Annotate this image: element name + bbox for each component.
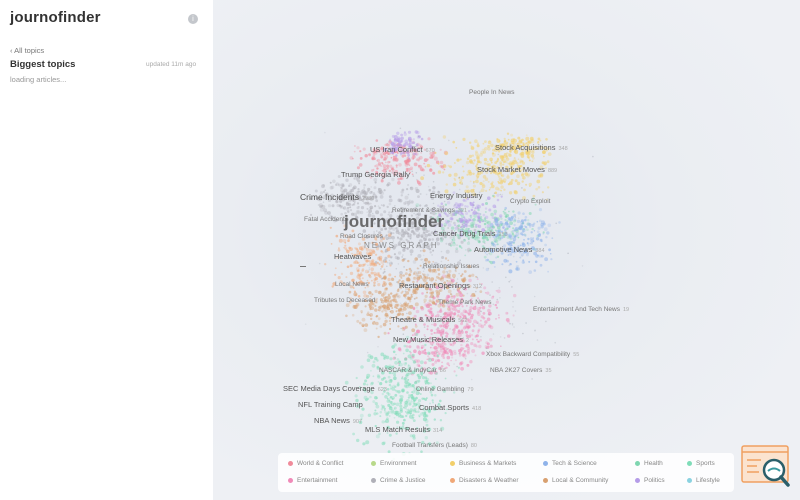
loading-status: loading articles...	[10, 75, 67, 84]
topic-label[interactable]: NFL Training Camp	[298, 400, 363, 409]
legend-item[interactable]: Tech & Science	[543, 460, 597, 467]
topic-label[interactable]: New Music Releases 2	[393, 335, 469, 344]
topic-label[interactable]: Theatre & Musicals 562	[391, 315, 467, 324]
topic-label[interactable]: Automotive News 384	[474, 245, 545, 254]
legend-swatch	[288, 477, 293, 483]
topic-label[interactable]: Tributes to Deceased	[314, 297, 376, 304]
topic-label[interactable]: Road Closures	[340, 233, 383, 240]
info-icon[interactable]: i	[188, 14, 198, 24]
sidebar: journofinder i ‹ All topics Biggest topi…	[0, 0, 213, 500]
brand-title: journofinder	[10, 9, 101, 26]
topic-label[interactable]: MLS Match Results 314	[365, 425, 442, 434]
topic-label[interactable]: NBA News 907	[314, 416, 362, 425]
legend-swatch	[288, 460, 293, 466]
legend-item[interactable]: Crime & Justice	[371, 477, 426, 484]
graph-subtitle: NEWS GRAPH	[364, 241, 439, 250]
topic-label[interactable]: Relationship Issues	[423, 263, 479, 270]
topic-label[interactable]: Stock Market Moves 889	[477, 165, 557, 174]
topic-label[interactable]: US Iran Conflict 670	[370, 145, 435, 154]
legend-item[interactable]: Business & Markets	[450, 460, 516, 467]
topic-label[interactable]: People In News	[469, 89, 515, 96]
legend-item[interactable]: Sports	[687, 460, 715, 467]
topic-label[interactable]: NASCAR & IndyCar 86	[379, 367, 446, 374]
legend-swatch	[687, 460, 692, 466]
updated-timestamp: updated 11m ago	[146, 61, 197, 68]
legend-item[interactable]: Health	[635, 460, 663, 467]
section-title: Biggest topics	[10, 59, 76, 70]
journofinder-logo-icon[interactable]	[741, 444, 791, 488]
legend-swatch	[371, 477, 376, 483]
topic-label[interactable]: Local News	[335, 281, 369, 288]
graph-title: journofinder	[344, 212, 445, 231]
legend-swatch	[635, 477, 640, 483]
topic-label[interactable]: Heatwaves	[334, 252, 371, 261]
topic-label[interactable]: Stock Acquisitions 348	[495, 143, 568, 152]
topic-label[interactable]: NBA 2K27 Covers 35	[490, 367, 552, 374]
topic-label[interactable]: SEC Media Days Coverage 623	[283, 384, 387, 393]
legend-item[interactable]: Disasters & Weather	[450, 477, 518, 484]
legend-item[interactable]: Entertainment	[288, 477, 337, 484]
topic-label[interactable]: Crypto Exploit	[510, 198, 550, 205]
zoom-indicator	[300, 266, 306, 267]
news-graph-map[interactable]: People In News US Iran Conflict 670 Stock…	[213, 0, 800, 500]
topic-label[interactable]: Theme Park News	[438, 299, 491, 306]
legend-swatch	[635, 460, 640, 466]
topic-label[interactable]: Restaurant Openings 312	[399, 281, 482, 290]
legend-item[interactable]: Politics	[635, 477, 665, 484]
topic-label[interactable]: Football Transfers (Leads) 80	[392, 442, 477, 449]
legend-swatch	[371, 460, 376, 466]
legend-item[interactable]: Lifestyle	[687, 477, 720, 484]
legend-item[interactable]: World & Conflict	[288, 460, 343, 467]
legend-swatch	[543, 477, 548, 483]
all-topics-link[interactable]: ‹ All topics	[10, 46, 44, 55]
legend-swatch	[543, 460, 548, 466]
legend-swatch	[450, 477, 455, 483]
legend-item[interactable]: Environment	[371, 460, 417, 467]
topic-label[interactable]: Online Gambling 79	[416, 386, 474, 393]
topic-label[interactable]: Fatal Accidents	[304, 216, 348, 223]
topic-label[interactable]: Energy Industry	[430, 191, 483, 200]
topic-label[interactable]: Entertainment And Tech News 19	[533, 306, 629, 313]
topic-label[interactable]: Xbox Backward Compatibility 55	[486, 351, 579, 358]
topic-label[interactable]: Crime Incidents 2930	[300, 192, 374, 202]
legend-item[interactable]: Local & Community	[543, 477, 608, 484]
legend-swatch	[687, 477, 692, 483]
topic-label[interactable]: Combat Sports 418	[419, 403, 481, 412]
legend-swatch	[450, 460, 455, 466]
topic-label[interactable]: Trump Georgia Rally	[341, 170, 410, 179]
topic-label[interactable]: Cancer Drug Trials 253	[433, 229, 508, 238]
category-legend: World & Conflict Environment Business & …	[278, 453, 734, 492]
